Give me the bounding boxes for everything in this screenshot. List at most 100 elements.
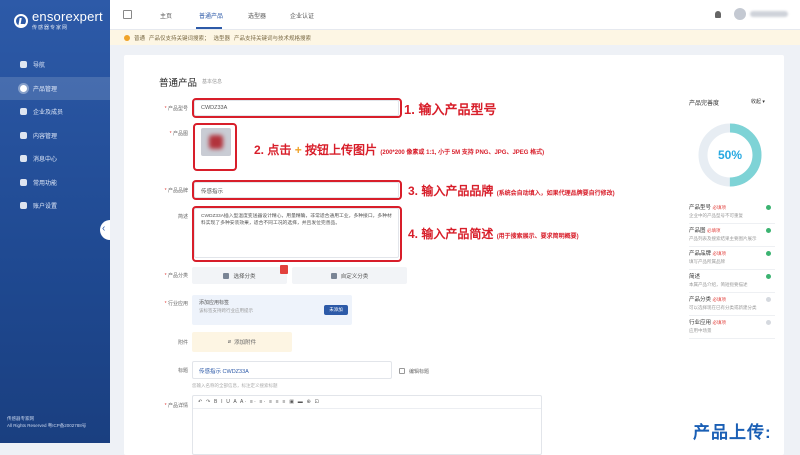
sidebar-item-label: 内容管理 [33, 133, 58, 140]
detail-label: * 产品详情 [164, 403, 188, 409]
grid-icon [223, 272, 230, 279]
check-desc: 本属产品介绍，简短扼要描述 [689, 282, 748, 287]
annotation-model: 1. 输入产品型号 [404, 102, 497, 117]
logo-subtitle: 传感器专家网 [32, 25, 69, 31]
check-required: 必填项 [712, 320, 727, 325]
title-label: 标题 [177, 368, 188, 374]
page-title: 普通产品 [159, 78, 198, 89]
warning-icon [124, 34, 130, 41]
check-status-icon [766, 228, 771, 233]
page-subtitle: 基本信息 [202, 79, 223, 85]
sidebar-item-products[interactable]: 产品管理 [0, 76, 110, 100]
edit-title-checkbox[interactable] [399, 368, 405, 374]
tab-normal-product[interactable]: 普通产品 [199, 11, 223, 20]
check-item-brand: 产品品牌 必填项 填写产品所属品牌 [689, 249, 775, 270]
check-item-description: 简述 本属产品介绍，简短扼要描述 [689, 272, 775, 293]
logo[interactable]: ensorexpert 传感器专家网 [14, 9, 103, 31]
content-icon [20, 131, 27, 139]
highlight-model [192, 98, 402, 118]
add-attachment-label: 添加附件 [234, 340, 257, 346]
completion-panel: 产品完善度 收起 ▾ 50% 产品型号 必填项 企业中的产品型号不可重复 产品图 … [687, 95, 775, 395]
notice-bar: 普通 产品仅支持关键词搜索； 选型器 产品支持关键词与技术规格搜索 [110, 30, 800, 45]
check-desc: 填写产品所属品牌 [689, 259, 725, 264]
attachment-label: 附件 [177, 340, 188, 346]
check-required: 必填项 [712, 205, 727, 210]
annotation-description: 4. 输入产品简述 (用于搜索展示、要求简明概要) [408, 225, 579, 242]
select-category-label: 选择分类 [233, 273, 256, 280]
collapse-panel-label: 收起 [751, 99, 762, 105]
sidebar-item-account[interactable]: 账户设置 [0, 194, 110, 218]
notice-tag2: 选型器 [213, 35, 231, 42]
industry-label: * 行业应用 [164, 301, 188, 307]
check-desc: 企业中的产品型号不可重复 [689, 213, 743, 218]
watermark-text: 产品上传: [693, 423, 772, 442]
collapse-sidebar-button[interactable] [100, 220, 110, 240]
active-tab-indicator [196, 27, 222, 29]
title-input[interactable]: 传感指示 CWDZ33A [192, 361, 392, 379]
sidebar-item-label: 账户设置 [33, 204, 58, 211]
sidebar: ensorexpert 传感器专家网 导航 产品管理 企业及成员 内容管理 消息… [0, 0, 110, 443]
user-name-blurred[interactable] [750, 11, 788, 17]
logo-icon [14, 14, 28, 28]
collapse-panel-button[interactable]: 收起 ▾ [751, 98, 765, 105]
notice-text: 产品仅支持关键词搜索； [149, 35, 210, 42]
select-category-button[interactable]: 选择分类 [192, 267, 287, 284]
check-status-icon [766, 320, 771, 325]
annotation-image-text2: 按钮上传图片 [305, 143, 378, 157]
check-title: 产品品牌 [689, 251, 712, 257]
sidebar-item-tools[interactable]: 常用功能 [0, 171, 110, 195]
tab-home[interactable]: 主页 [160, 11, 172, 20]
annotation-brand-hint: (系统会自动填入，如果代理品牌要自行修改) [496, 191, 615, 197]
company-icon [20, 108, 27, 115]
model-label: * 产品型号 [164, 106, 188, 112]
highlight-image [193, 123, 237, 171]
check-title: 行业应用 [689, 320, 712, 326]
tab-certification[interactable]: 企业认证 [290, 11, 314, 20]
editor-toolbar[interactable]: ↶ ↷ B I U A A· ≡· ≡· ≡ ≡ ≡ ▣ ▬ ⊕ ⊡ [193, 396, 541, 409]
sidebar-nav: 导航 产品管理 企业及成员 内容管理 消息中心 常用功能 账户设置 [0, 53, 110, 218]
check-required: 必填项 [707, 228, 721, 233]
home-icon [20, 61, 27, 68]
annotation-desc-text: 4. 输入产品简述 [408, 227, 494, 241]
title-hint: 您输入名称的全部信息，标注定义搜索标题 [192, 383, 278, 388]
user-icon [20, 202, 27, 209]
sidebar-item-company[interactable]: 企业及成员 [0, 100, 110, 124]
add-attachment-button[interactable]: ⌀ 添加附件 [192, 332, 292, 352]
sidebar-item-label: 常用功能 [33, 180, 58, 187]
annotation-image-text: 2. 点击 [254, 143, 292, 157]
completion-percent: 50% [717, 148, 743, 162]
check-item-image: 产品图 必填项 产品列表及搜索结果主要图片展示 [689, 226, 775, 247]
check-status-icon [766, 205, 771, 210]
desc-label: 简述 [177, 214, 188, 220]
paperclip-icon: ⌀ [227, 339, 232, 345]
check-status-icon [766, 274, 771, 279]
logo-name: ensorexpert [32, 9, 103, 24]
tab-selector[interactable]: 选型器 [248, 11, 266, 20]
check-desc: 可以选择现在已有分类或新建分类 [689, 305, 757, 310]
check-title: 简述 [689, 274, 701, 280]
plus-icon: + [294, 143, 302, 157]
check-title: 产品分类 [689, 297, 712, 303]
edit-title-label: 编辑标题 [409, 369, 430, 375]
custom-category-button[interactable]: 自定义分类 [292, 267, 407, 284]
check-required: 必填项 [712, 297, 727, 302]
bookmark-icon [280, 265, 288, 274]
check-item-category: 产品分类 必填项可以选择现在已有分类或新建分类 [689, 295, 775, 316]
avatar[interactable] [734, 8, 746, 20]
sidebar-footer: 传感器专家网 All Rights Reserved 粤ICP备2002788号 [7, 415, 86, 429]
check-item-industry: 行业应用 必填项 应用中场景 [689, 318, 775, 339]
sidebar-item-nav[interactable]: 导航 [0, 53, 110, 77]
sidebar-item-content[interactable]: 内容管理 [0, 124, 110, 148]
bell-icon[interactable] [715, 11, 721, 18]
industry-add-button[interactable]: 未添加 [324, 305, 348, 315]
fullscreen-icon[interactable] [123, 10, 132, 19]
rich-text-editor[interactable]: ↶ ↷ B I U A A· ≡· ≡· ≡ ≡ ≡ ▣ ▬ ⊕ ⊡ [192, 395, 542, 455]
sidebar-item-messages[interactable]: 消息中心 [0, 147, 110, 171]
message-icon [20, 155, 27, 162]
folder-icon [330, 272, 337, 279]
brand-label: * 产品品牌 [164, 188, 188, 194]
annotation-desc-hint: (用于搜索展示、要求简明概要) [496, 234, 579, 240]
check-desc: 产品列表及搜索结果主要图片展示 [689, 236, 757, 241]
sidebar-item-label: 产品管理 [33, 86, 58, 93]
check-title: 产品型号 [689, 205, 712, 211]
